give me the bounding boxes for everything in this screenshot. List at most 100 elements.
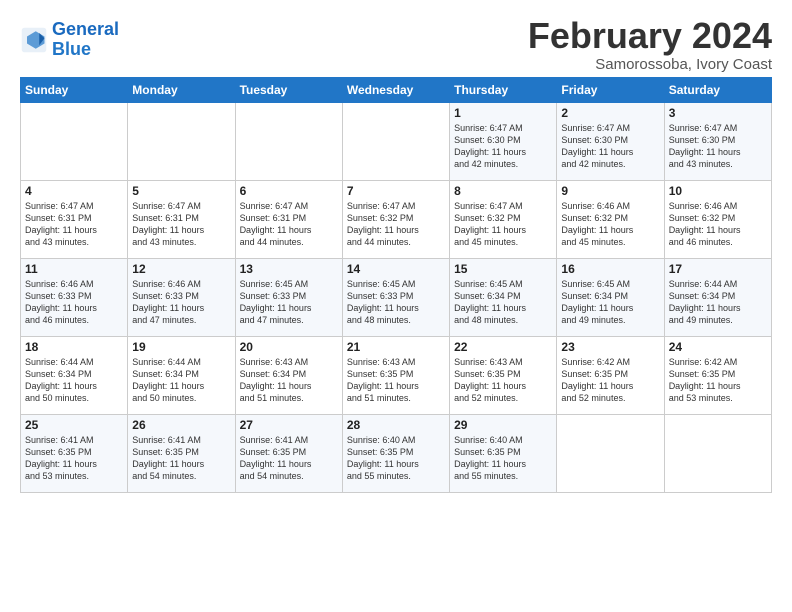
logo-icon bbox=[20, 26, 48, 54]
cell-details: Sunrise: 6:47 AM Sunset: 6:31 PM Dayligh… bbox=[25, 200, 123, 249]
logo: General Blue bbox=[20, 20, 119, 60]
cell-details: Sunrise: 6:47 AM Sunset: 6:30 PM Dayligh… bbox=[561, 122, 659, 171]
calendar-cell: 18 Sunrise: 6:44 AM Sunset: 6:34 PM Dayli… bbox=[21, 336, 128, 414]
day-number: 10 bbox=[669, 184, 767, 198]
calendar-table: Sunday Monday Tuesday Wednesday Thursday… bbox=[20, 77, 772, 493]
day-number: 4 bbox=[25, 184, 123, 198]
day-number: 13 bbox=[240, 262, 338, 276]
day-number: 28 bbox=[347, 418, 445, 432]
location-title: Samorossoba, Ivory Coast bbox=[528, 56, 772, 73]
calendar-cell: 8Sunrise: 6:47 AM Sunset: 6:32 PM Daylig… bbox=[450, 180, 557, 258]
cell-details: Sunrise: 6:47 AM Sunset: 6:31 PM Dayligh… bbox=[240, 200, 338, 249]
week-row-4: 18 Sunrise: 6:44 AM Sunset: 6:34 PM Dayli… bbox=[21, 336, 772, 414]
cell-details: Sunrise: 6:41 AM Sunset: 6:35 PM Dayligh… bbox=[240, 434, 338, 483]
day-number: 11 bbox=[25, 262, 123, 276]
logo-line1: General bbox=[52, 19, 119, 39]
cell-details: Sunrise: 6:43 AM Sunset: 6:35 PM Dayligh… bbox=[454, 356, 552, 405]
calendar-cell bbox=[664, 414, 771, 492]
day-number: 21 bbox=[347, 340, 445, 354]
col-sunday: Sunday bbox=[21, 77, 128, 102]
logo-text: General Blue bbox=[52, 20, 119, 60]
col-friday: Friday bbox=[557, 77, 664, 102]
calendar-cell: 16 Sunrise: 6:45 AM Sunset: 6:34 PM Dayli… bbox=[557, 258, 664, 336]
calendar-cell: 11 Sunrise: 6:46 AM Sunset: 6:33 PM Dayli… bbox=[21, 258, 128, 336]
cell-details: Sunrise: 6:47 AM Sunset: 6:32 PM Dayligh… bbox=[347, 200, 445, 249]
col-saturday: Saturday bbox=[664, 77, 771, 102]
cell-details: Sunrise: 6:41 AM Sunset: 6:35 PM Dayligh… bbox=[132, 434, 230, 483]
cell-details: Sunrise: 6:47 AM Sunset: 6:32 PM Dayligh… bbox=[454, 200, 552, 249]
calendar-cell: 26Sunrise: 6:41 AM Sunset: 6:35 PM Dayli… bbox=[128, 414, 235, 492]
col-wednesday: Wednesday bbox=[342, 77, 449, 102]
cell-details: Sunrise: 6:47 AM Sunset: 6:31 PM Dayligh… bbox=[132, 200, 230, 249]
cell-details: Sunrise: 6:45 AM Sunset: 6:34 PM Dayligh… bbox=[561, 278, 659, 327]
cell-details: Sunrise: 6:46 AM Sunset: 6:33 PM Dayligh… bbox=[25, 278, 123, 327]
cell-details: Sunrise: 6:40 AM Sunset: 6:35 PM Dayligh… bbox=[347, 434, 445, 483]
calendar-cell bbox=[235, 102, 342, 180]
calendar-cell: 4 Sunrise: 6:47 AM Sunset: 6:31 PM Daylig… bbox=[21, 180, 128, 258]
col-tuesday: Tuesday bbox=[235, 77, 342, 102]
calendar-cell: 22 Sunrise: 6:43 AM Sunset: 6:35 PM Dayli… bbox=[450, 336, 557, 414]
calendar-cell: 17 Sunrise: 6:44 AM Sunset: 6:34 PM Dayli… bbox=[664, 258, 771, 336]
header-row-days: Sunday Monday Tuesday Wednesday Thursday… bbox=[21, 77, 772, 102]
day-number: 2 bbox=[561, 106, 659, 120]
cell-details: Sunrise: 6:42 AM Sunset: 6:35 PM Dayligh… bbox=[561, 356, 659, 405]
calendar-cell: 6 Sunrise: 6:47 AM Sunset: 6:31 PM Daylig… bbox=[235, 180, 342, 258]
week-row-5: 25 Sunrise: 6:41 AM Sunset: 6:35 PM Dayli… bbox=[21, 414, 772, 492]
day-number: 9 bbox=[561, 184, 659, 198]
day-number: 24 bbox=[669, 340, 767, 354]
month-title: February 2024 bbox=[528, 16, 772, 56]
calendar-cell: 15Sunrise: 6:45 AM Sunset: 6:34 PM Dayli… bbox=[450, 258, 557, 336]
cell-details: Sunrise: 6:43 AM Sunset: 6:34 PM Dayligh… bbox=[240, 356, 338, 405]
day-number: 15 bbox=[454, 262, 552, 276]
calendar-cell: 13 Sunrise: 6:45 AM Sunset: 6:33 PM Dayli… bbox=[235, 258, 342, 336]
header-row: General Blue February 2024 Samorossoba, … bbox=[20, 16, 772, 73]
day-number: 5 bbox=[132, 184, 230, 198]
day-number: 19 bbox=[132, 340, 230, 354]
calendar-cell: 28 Sunrise: 6:40 AM Sunset: 6:35 PM Dayli… bbox=[342, 414, 449, 492]
calendar-cell: 5 Sunrise: 6:47 AM Sunset: 6:31 PM Daylig… bbox=[128, 180, 235, 258]
cell-details: Sunrise: 6:44 AM Sunset: 6:34 PM Dayligh… bbox=[669, 278, 767, 327]
day-number: 27 bbox=[240, 418, 338, 432]
cell-details: Sunrise: 6:44 AM Sunset: 6:34 PM Dayligh… bbox=[132, 356, 230, 405]
calendar-cell: 2 Sunrise: 6:47 AM Sunset: 6:30 PM Daylig… bbox=[557, 102, 664, 180]
calendar-cell: 10 Sunrise: 6:46 AM Sunset: 6:32 PM Dayli… bbox=[664, 180, 771, 258]
calendar-cell: 14Sunrise: 6:45 AM Sunset: 6:33 PM Dayli… bbox=[342, 258, 449, 336]
day-number: 1 bbox=[454, 106, 552, 120]
day-number: 6 bbox=[240, 184, 338, 198]
day-number: 16 bbox=[561, 262, 659, 276]
day-number: 12 bbox=[132, 262, 230, 276]
cell-details: Sunrise: 6:43 AM Sunset: 6:35 PM Dayligh… bbox=[347, 356, 445, 405]
cell-details: Sunrise: 6:45 AM Sunset: 6:33 PM Dayligh… bbox=[240, 278, 338, 327]
page: General Blue February 2024 Samorossoba, … bbox=[0, 0, 792, 503]
calendar-cell: 1Sunrise: 6:47 AM Sunset: 6:30 PM Daylig… bbox=[450, 102, 557, 180]
day-number: 22 bbox=[454, 340, 552, 354]
calendar-cell bbox=[342, 102, 449, 180]
week-row-3: 11 Sunrise: 6:46 AM Sunset: 6:33 PM Dayli… bbox=[21, 258, 772, 336]
day-number: 25 bbox=[25, 418, 123, 432]
cell-details: Sunrise: 6:47 AM Sunset: 6:30 PM Dayligh… bbox=[669, 122, 767, 171]
cell-details: Sunrise: 6:41 AM Sunset: 6:35 PM Dayligh… bbox=[25, 434, 123, 483]
calendar-cell: 21 Sunrise: 6:43 AM Sunset: 6:35 PM Dayli… bbox=[342, 336, 449, 414]
title-block: February 2024 Samorossoba, Ivory Coast bbox=[528, 16, 772, 73]
day-number: 23 bbox=[561, 340, 659, 354]
calendar-cell: 23 Sunrise: 6:42 AM Sunset: 6:35 PM Dayli… bbox=[557, 336, 664, 414]
calendar-cell: 29Sunrise: 6:40 AM Sunset: 6:35 PM Dayli… bbox=[450, 414, 557, 492]
logo-line2: Blue bbox=[52, 39, 91, 59]
calendar-cell: 12Sunrise: 6:46 AM Sunset: 6:33 PM Dayli… bbox=[128, 258, 235, 336]
calendar-cell bbox=[21, 102, 128, 180]
day-number: 7 bbox=[347, 184, 445, 198]
cell-details: Sunrise: 6:46 AM Sunset: 6:32 PM Dayligh… bbox=[669, 200, 767, 249]
col-thursday: Thursday bbox=[450, 77, 557, 102]
calendar-cell: 27 Sunrise: 6:41 AM Sunset: 6:35 PM Dayli… bbox=[235, 414, 342, 492]
cell-details: Sunrise: 6:44 AM Sunset: 6:34 PM Dayligh… bbox=[25, 356, 123, 405]
calendar-cell: 24 Sunrise: 6:42 AM Sunset: 6:35 PM Dayli… bbox=[664, 336, 771, 414]
calendar-cell: 3Sunrise: 6:47 AM Sunset: 6:30 PM Daylig… bbox=[664, 102, 771, 180]
cell-details: Sunrise: 6:42 AM Sunset: 6:35 PM Dayligh… bbox=[669, 356, 767, 405]
cell-details: Sunrise: 6:46 AM Sunset: 6:32 PM Dayligh… bbox=[561, 200, 659, 249]
calendar-cell: 7 Sunrise: 6:47 AM Sunset: 6:32 PM Daylig… bbox=[342, 180, 449, 258]
week-row-1: 1 Sunrise: 6:47 AM Sunset: 6:30 PM Daylig… bbox=[21, 102, 772, 180]
day-number: 17 bbox=[669, 262, 767, 276]
col-monday: Monday bbox=[128, 77, 235, 102]
calendar-cell bbox=[128, 102, 235, 180]
day-number: 18 bbox=[25, 340, 123, 354]
